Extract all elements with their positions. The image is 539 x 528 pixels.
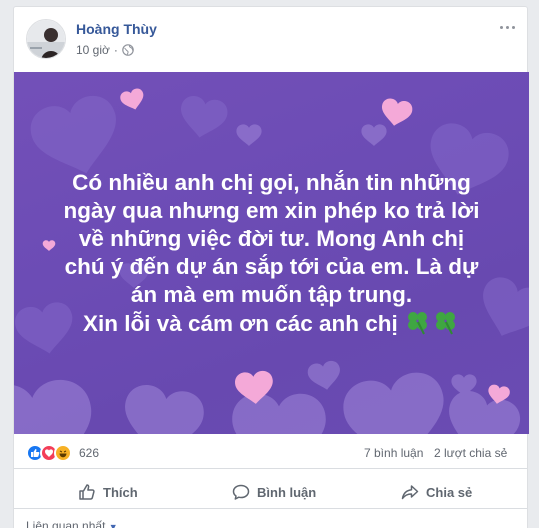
comment-sort-dropdown[interactable]: Liên quan nhất ▼ <box>26 519 118 528</box>
action-bar: Thích Bình luận Chia sẻ <box>14 475 527 509</box>
share-label: Chia sẻ <box>426 484 473 500</box>
status-line: án mà em muốn tập trung. <box>130 282 413 307</box>
author-name[interactable]: Hoàng Thùy <box>76 21 157 37</box>
engagement-bar: 626 7 bình luận 2 lượt chia sẻ <box>14 437 527 469</box>
post-time[interactable]: 10 giờ <box>76 43 110 57</box>
status-background: Có nhiều anh chị gọi, nhắn tin những ngà… <box>14 72 529 434</box>
status-line: Có nhiều anh chị gọi, nhắn tin những <box>72 170 471 195</box>
like-button[interactable]: Thích <box>78 475 138 509</box>
comments-count[interactable]: 7 bình luận <box>364 446 423 460</box>
dot-separator: · <box>113 43 118 57</box>
four-leaf-clover-icon <box>436 312 456 335</box>
reaction-count[interactable]: 626 <box>79 446 99 460</box>
post-header: Hoàng Thùy 10 giờ · <box>14 7 527 69</box>
haha-reaction-icon <box>54 444 72 462</box>
thumbs-up-icon <box>79 484 95 500</box>
status-line: về những việc đời tư. Mong Anh chị <box>78 226 465 251</box>
post-meta: 10 giờ · <box>76 43 134 57</box>
share-button[interactable]: Chia sẻ <box>401 475 472 509</box>
status-line: Xin lỗi và cám ơn các anh chị <box>82 311 398 336</box>
shares-count[interactable]: 2 lượt chia sẻ <box>434 446 507 460</box>
status-line-last: Xin lỗi và cám ơn các anh chị <box>26 309 517 338</box>
status-text: Có nhiều anh chị gọi, nhắn tin những ngà… <box>26 169 517 338</box>
like-label: Thích <box>103 484 138 500</box>
reaction-icons[interactable] <box>26 444 72 462</box>
comment-sort-label: Liên quan nhất <box>26 519 106 528</box>
more-options-icon[interactable] <box>497 17 517 37</box>
post-card: Hoàng Thùy 10 giờ · Có nhiều anh chị gọi… <box>13 6 529 528</box>
comment-label: Bình luận <box>257 484 317 500</box>
four-leaf-clover-icon <box>408 312 428 335</box>
share-arrow-icon <box>401 485 419 500</box>
avatar[interactable] <box>26 19 66 59</box>
globe-icon[interactable] <box>122 44 134 56</box>
status-line: chú ý đến dự án sắp tới của em. Là dự <box>64 254 479 279</box>
chevron-down-icon: ▼ <box>108 522 118 528</box>
comment-button[interactable]: Bình luận <box>232 475 316 509</box>
status-line: ngày qua nhưng em xin phép ko trả lời <box>63 198 480 223</box>
comment-bubble-icon <box>232 484 250 500</box>
